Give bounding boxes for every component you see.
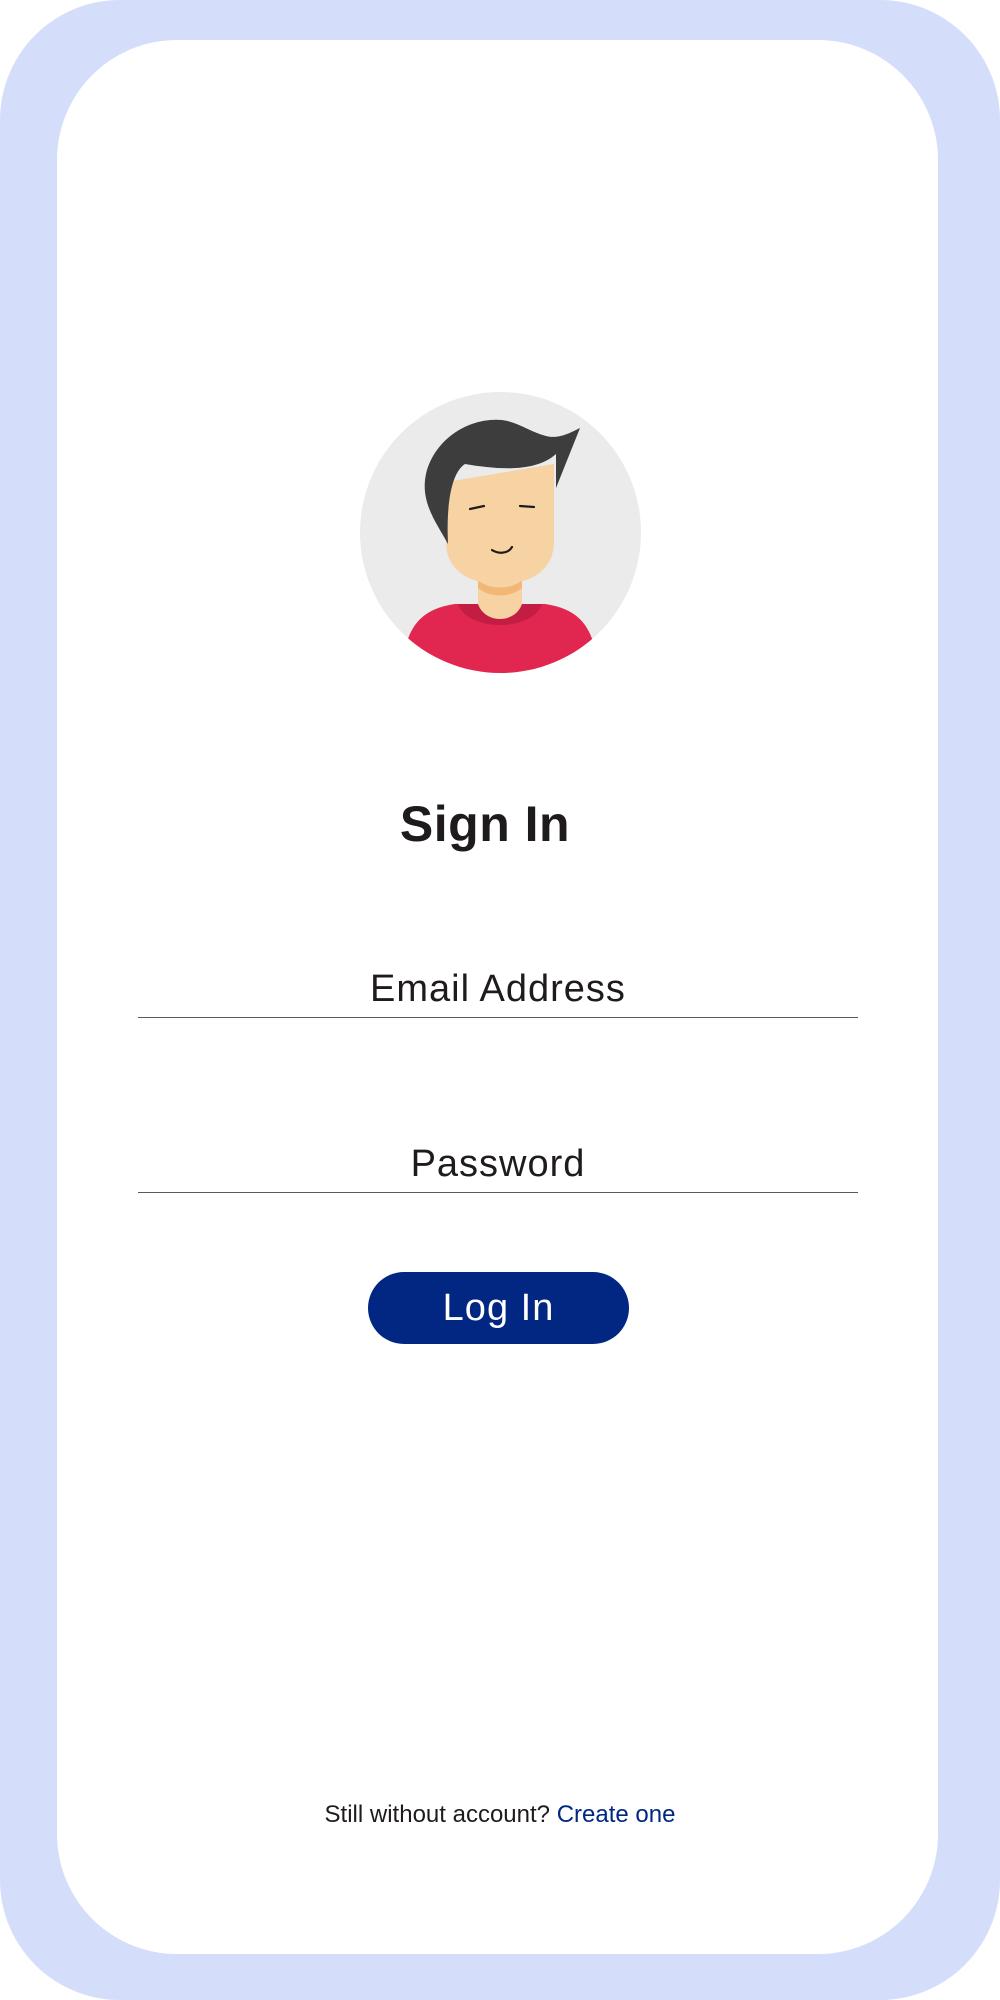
page-title: Sign In	[399, 796, 571, 852]
email-field[interactable]	[138, 961, 858, 1017]
login-button[interactable]: Log In	[368, 1272, 629, 1344]
signup-prompt: Still without account? Create one	[0, 1801, 1000, 1829]
password-field-container	[138, 1136, 858, 1193]
email-field-container	[138, 961, 858, 1018]
signup-prompt-text: Still without account?	[324, 1801, 551, 1828]
user-avatar-icon	[360, 392, 641, 673]
password-field[interactable]	[138, 1136, 858, 1192]
create-account-link[interactable]: Create one	[557, 1801, 676, 1828]
